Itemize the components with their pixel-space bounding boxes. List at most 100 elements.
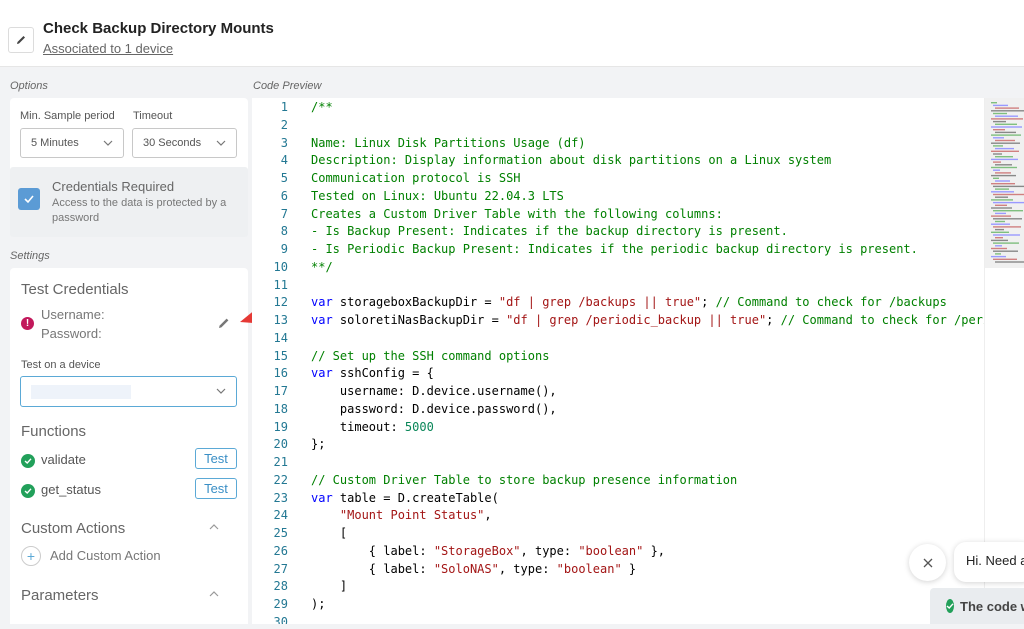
line-number: 20 [273, 437, 288, 452]
test-validate-button[interactable]: Test [195, 448, 237, 469]
pencil-icon [17, 36, 25, 44]
code-line: var sshConfig = { [311, 366, 434, 380]
code-line: }; [311, 437, 325, 451]
code-token: Tested on Linux: Ubuntu 22.04.3 LTS [311, 188, 564, 203]
code-token: var [311, 366, 333, 381]
code-token: Name: Linux Disk Partitions Usage (df) [311, 135, 586, 150]
line-number: 7 [280, 206, 288, 221]
line-number: 3 [280, 135, 288, 150]
credentials-required-box: Credentials Required Access to the data … [10, 167, 248, 237]
code-token: "StorageBox" [433, 543, 521, 558]
associated-devices-link[interactable]: Associated to 1 device [43, 41, 173, 56]
code-preview-label: Code Preview [253, 80, 322, 92]
code-line: // Set up the SSH command options [311, 349, 549, 363]
success-icon [946, 599, 954, 613]
settings-panel: Test Credentials ! Username: Password: T… [10, 268, 248, 624]
credentials-title: Credentials Required [52, 179, 175, 194]
code-token: }; [311, 437, 326, 452]
code-token: /** [311, 100, 333, 114]
code-token: , type: [520, 543, 579, 558]
line-number: 1 [280, 100, 288, 114]
code-line: var soloretiNasBackupDir = "df | grep /p… [311, 313, 984, 327]
status-toast-text: The code was generated [960, 598, 1024, 614]
chevron-down-icon [216, 388, 226, 394]
chat-greeting[interactable]: Hi. Need any help? [954, 542, 1024, 582]
code-editor[interactable]: 1/** 2 3 Name: Linux Disk Partitions Usage … [252, 98, 984, 624]
code-line: **/ [311, 260, 333, 274]
credentials-checkbox[interactable] [18, 188, 40, 210]
code-line: username: D.device.username(), [311, 384, 557, 398]
line-number: 26 [273, 543, 288, 558]
code-token: // Command to check for /periodic_backup [780, 313, 984, 327]
code-token: ; [701, 295, 716, 310]
code-token: "boolean" [578, 543, 644, 558]
line-number: 8 [280, 224, 288, 239]
code-token: [ [311, 526, 348, 540]
code-line: Creates a Custom Driver Table with the f… [311, 207, 723, 221]
min-sample-value: 5 Minutes [31, 137, 79, 149]
code-token: { label: [311, 543, 434, 558]
error-icon: ! [21, 317, 34, 330]
test-get-status-button[interactable]: Test [195, 478, 237, 499]
chevron-down-icon [216, 140, 226, 146]
code-token: "SoloNAS" [433, 561, 499, 576]
code-token: } [621, 561, 637, 576]
code-token: Communication protocol is SSH [311, 171, 521, 185]
code-line: Tested on Linux: Ubuntu 22.04.3 LTS [311, 189, 564, 203]
status-toast: The code was generated [930, 588, 1024, 624]
code-line: password: D.device.password(), [311, 402, 557, 416]
code-token: // Custom Driver Table to store backup p… [311, 472, 738, 487]
line-number: 28 [273, 579, 288, 594]
min-sample-select[interactable]: 5 Minutes [20, 128, 124, 158]
timeout-value: 30 Seconds [143, 137, 202, 149]
parameters-heading: Parameters [21, 587, 99, 604]
line-number: 24 [273, 508, 288, 523]
line-number: 27 [273, 561, 288, 576]
line-number: 17 [273, 384, 288, 398]
edit-button[interactable] [8, 27, 34, 53]
code-token: ); [311, 597, 326, 611]
code-line: { label: "SoloNAS", type: "boolean" } [311, 562, 636, 576]
line-number: 12 [273, 295, 288, 310]
page-title: Check Backup Directory Mounts [43, 20, 274, 37]
code-token: ] [311, 579, 348, 594]
chevron-up-icon[interactable] [209, 589, 219, 599]
timeout-select[interactable]: 30 Seconds [132, 128, 237, 158]
code-token: "boolean" [556, 561, 622, 576]
min-sample-label: Min. Sample period [20, 110, 115, 122]
code-token: soloretiNasBackupDir = [332, 313, 507, 327]
code-line: var storageboxBackupDir = "df | grep /ba… [311, 295, 947, 309]
test-device-select[interactable] [20, 376, 237, 407]
add-custom-action-link[interactable]: Add Custom Action [50, 548, 161, 563]
code-token: 5000 [404, 419, 434, 434]
test-device-label: Test on a device [21, 359, 101, 371]
line-number: 2 [280, 117, 288, 132]
chevron-up-icon[interactable] [209, 522, 219, 532]
code-line: - Is Periodic Backup Present: Indicates … [311, 242, 918, 256]
edit-credentials-icon[interactable] [217, 316, 231, 330]
test-credentials-heading: Test Credentials [21, 281, 129, 298]
code-line: { label: "StorageBox", type: "boolean" }… [311, 544, 665, 558]
line-number: 23 [273, 490, 288, 505]
code-token: var [311, 295, 333, 310]
code-token: - Is Periodic Backup Present: Indicates … [311, 242, 918, 256]
chat-close-button[interactable] [909, 544, 946, 581]
password-label: Password: [41, 326, 102, 341]
code-token: table = D.createTable( [332, 490, 499, 505]
custom-actions-heading: Custom Actions [21, 520, 126, 537]
code-token: , [484, 508, 492, 523]
code-line: "Mount Point Status", [311, 508, 492, 522]
settings-section-label: Settings [10, 250, 50, 262]
code-token: timeout: [311, 419, 405, 434]
code-token: Description: Display information about d… [311, 153, 832, 168]
code-token: **/ [311, 259, 333, 274]
line-number: 5 [280, 171, 288, 185]
code-token: "Mount Point Status" [339, 508, 485, 523]
chevron-down-icon [103, 140, 113, 146]
line-number: 22 [273, 472, 288, 487]
line-number: 9 [280, 242, 288, 256]
add-custom-action-icon[interactable]: + [21, 546, 41, 566]
credentials-description: Access to the data is protected by a pas… [52, 197, 227, 224]
code-token: sshConfig = { [332, 366, 434, 381]
